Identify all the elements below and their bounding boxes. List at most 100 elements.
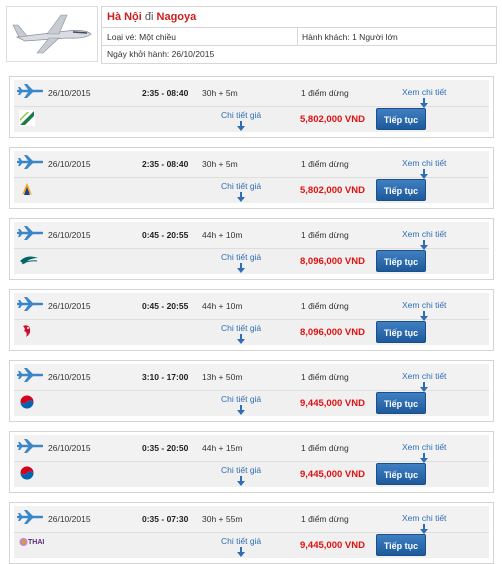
view-detail-label: Xem chi tiết xyxy=(402,371,447,381)
arrow-down-icon xyxy=(237,121,246,131)
continue-button[interactable]: Tiếp tục xyxy=(376,108,426,130)
continue-button[interactable]: Tiếp tục xyxy=(376,392,426,414)
route-title: Hà Nội đi Nagoya xyxy=(107,11,196,23)
flight-stops: 1 điểm dừng xyxy=(301,443,349,453)
continue-button[interactable]: Tiếp tục xyxy=(376,179,426,201)
flight-card-inner: 26/10/2015 0:35 - 07:30 30h + 55m 1 điểm… xyxy=(14,506,489,558)
view-detail-label: Xem chi tiết xyxy=(402,442,447,452)
korean-air-logo-icon xyxy=(19,394,35,410)
flight-summary-row: 26/10/2015 0:35 - 07:30 30h + 55m 1 điểm… xyxy=(14,506,489,534)
search-summary: Hà Nội đi Nagoya Loại vé: Một chiều Hành… xyxy=(0,0,502,64)
flight-time: 0:45 - 20:55 xyxy=(142,301,189,311)
arrow-down-icon xyxy=(237,405,246,415)
arrow-down-icon xyxy=(237,547,246,557)
arrow-down-icon xyxy=(420,169,429,179)
flight-duration: 30h + 5m xyxy=(202,159,238,169)
flight-duration: 44h + 15m xyxy=(202,443,243,453)
price-detail-link[interactable]: Chi tiết giá xyxy=(221,181,262,202)
trip-info-box: Hà Nội đi Nagoya Loại vé: Một chiều Hành… xyxy=(101,6,497,64)
destination-city: Nagoya xyxy=(156,11,197,23)
flight-price: 5,802,000 VND xyxy=(300,114,365,125)
view-detail-link[interactable]: Xem chi tiết xyxy=(402,442,447,463)
flight-price: 8,096,000 VND xyxy=(300,327,365,338)
origin-city: Hà Nội xyxy=(107,11,142,23)
flight-time: 0:35 - 07:30 xyxy=(142,514,189,524)
view-detail-link[interactable]: Xem chi tiết xyxy=(402,371,447,392)
airline-logo-text: THAI xyxy=(28,539,45,546)
flight-duration: 30h + 5m xyxy=(202,88,238,98)
airplane-icon xyxy=(16,509,44,525)
flight-duration: 30h + 55m xyxy=(202,514,243,524)
flight-price: 9,445,000 VND xyxy=(300,398,365,409)
flight-price: 5,802,000 VND xyxy=(300,185,365,196)
singapore-airlines-logo-icon xyxy=(19,181,35,197)
flight-summary-row: 26/10/2015 0:35 - 20:50 44h + 15m 1 điểm… xyxy=(14,435,489,463)
flight-date: 26/10/2015 xyxy=(48,514,91,524)
flight-date: 26/10/2015 xyxy=(48,372,91,382)
flight-time: 2:35 - 08:40 xyxy=(142,88,189,98)
flight-card-inner: 26/10/2015 2:35 - 08:40 30h + 5m 1 điểm … xyxy=(14,80,489,132)
continue-button[interactable]: Tiếp tục xyxy=(376,463,426,485)
flight-summary-row: 26/10/2015 0:45 - 20:55 44h + 10m 1 điểm… xyxy=(14,293,489,321)
flight-stops: 1 điểm dừng xyxy=(301,159,349,169)
view-detail-label: Xem chi tiết xyxy=(402,87,447,97)
arrow-down-icon xyxy=(237,476,246,486)
price-detail-label: Chi tiết giá xyxy=(221,252,262,262)
flight-duration: 44h + 10m xyxy=(202,230,243,240)
flight-card: 26/10/2015 0:35 - 07:30 30h + 55m 1 điểm… xyxy=(9,502,494,564)
airplane-icon xyxy=(16,296,44,312)
arrow-down-icon xyxy=(420,453,429,463)
price-detail-label: Chi tiết giá xyxy=(221,181,262,191)
view-detail-link[interactable]: Xem chi tiết xyxy=(402,87,447,108)
view-detail-link[interactable]: Xem chi tiết xyxy=(402,158,447,179)
price-detail-link[interactable]: Chi tiết giá xyxy=(221,536,261,557)
flight-stops: 1 điểm dừng xyxy=(301,230,349,240)
flight-price: 8,096,000 VND xyxy=(300,256,365,267)
flight-card: 26/10/2015 0:45 - 20:55 44h + 10m 1 điểm… xyxy=(9,218,494,280)
arrow-down-icon xyxy=(420,240,429,250)
price-detail-link[interactable]: Chi tiết giá xyxy=(221,394,261,415)
arrow-down-icon xyxy=(420,98,429,108)
view-detail-link[interactable]: Xem chi tiết xyxy=(402,229,446,250)
route-connector: đi xyxy=(144,11,154,23)
price-detail-label: Chi tiết giá xyxy=(221,465,262,475)
airplane-icon xyxy=(16,438,44,454)
continue-button[interactable]: Tiếp tục xyxy=(376,250,426,272)
view-detail-label: Xem chi tiết xyxy=(402,513,447,523)
airplane-icon xyxy=(16,154,44,170)
airplane-image xyxy=(6,6,98,62)
flight-stops: 1 điểm dừng xyxy=(301,514,349,524)
flight-card: 26/10/2015 2:35 - 08:40 30h + 5m 1 điểm … xyxy=(9,76,494,138)
flight-summary-row: 26/10/2015 2:35 - 08:40 30h + 5m 1 điểm … xyxy=(14,151,489,179)
flight-card-inner: 26/10/2015 2:35 - 08:40 30h + 5m 1 điểm … xyxy=(14,151,489,203)
price-detail-link[interactable]: Chi tiết giá xyxy=(221,110,262,131)
view-detail-link[interactable]: Xem chi tiết xyxy=(402,300,447,321)
view-detail-label: Xem chi tiết xyxy=(402,300,447,310)
flight-time: 3:10 - 17:00 xyxy=(142,372,189,382)
price-detail-link[interactable]: Chi tiết giá xyxy=(221,465,262,486)
price-detail-label: Chi tiết giá xyxy=(221,110,262,120)
cathay-pacific-logo-icon xyxy=(19,252,38,268)
flight-summary-row: 26/10/2015 3:10 - 17:00 13h + 50m 1 điểm… xyxy=(14,364,489,392)
thai-airways-logo-icon: THAI xyxy=(19,536,44,552)
view-detail-link[interactable]: Xem chi tiết xyxy=(402,513,447,534)
dragonair-logo-icon xyxy=(19,323,35,339)
flight-card: 26/10/2015 2:35 - 08:40 30h + 5m 1 điểm … xyxy=(9,147,494,209)
continue-button[interactable]: Tiếp tục xyxy=(376,534,426,556)
price-detail-link[interactable]: Chi tiết giá xyxy=(221,252,262,273)
flight-card: 26/10/2015 0:35 - 20:50 44h + 15m 1 điểm… xyxy=(9,431,494,493)
arrow-down-icon xyxy=(420,382,429,392)
price-detail-link[interactable]: Chi tiết giá xyxy=(221,323,261,344)
flight-stops: 1 điểm dừng xyxy=(301,372,349,382)
flight-summary-row: 26/10/2015 0:45 - 20:55 44h + 10m 1 điểm… xyxy=(14,222,489,250)
continue-button[interactable]: Tiếp tục xyxy=(376,321,426,343)
airplane-icon xyxy=(16,225,44,241)
flight-card-inner: 26/10/2015 3:10 - 17:00 13h + 50m 1 điểm… xyxy=(14,364,489,416)
airplane-icon xyxy=(16,83,44,99)
passenger-count: Hành khách: 1 Người lớn xyxy=(302,32,398,42)
flight-card-inner: 26/10/2015 0:45 - 20:55 44h + 10m 1 điểm… xyxy=(14,222,489,274)
view-detail-label: Xem chi tiết xyxy=(402,158,447,168)
flight-date: 26/10/2015 xyxy=(48,159,91,169)
flight-time: 2:35 - 08:40 xyxy=(142,159,189,169)
flight-stops: 1 điểm dừng xyxy=(301,88,349,98)
